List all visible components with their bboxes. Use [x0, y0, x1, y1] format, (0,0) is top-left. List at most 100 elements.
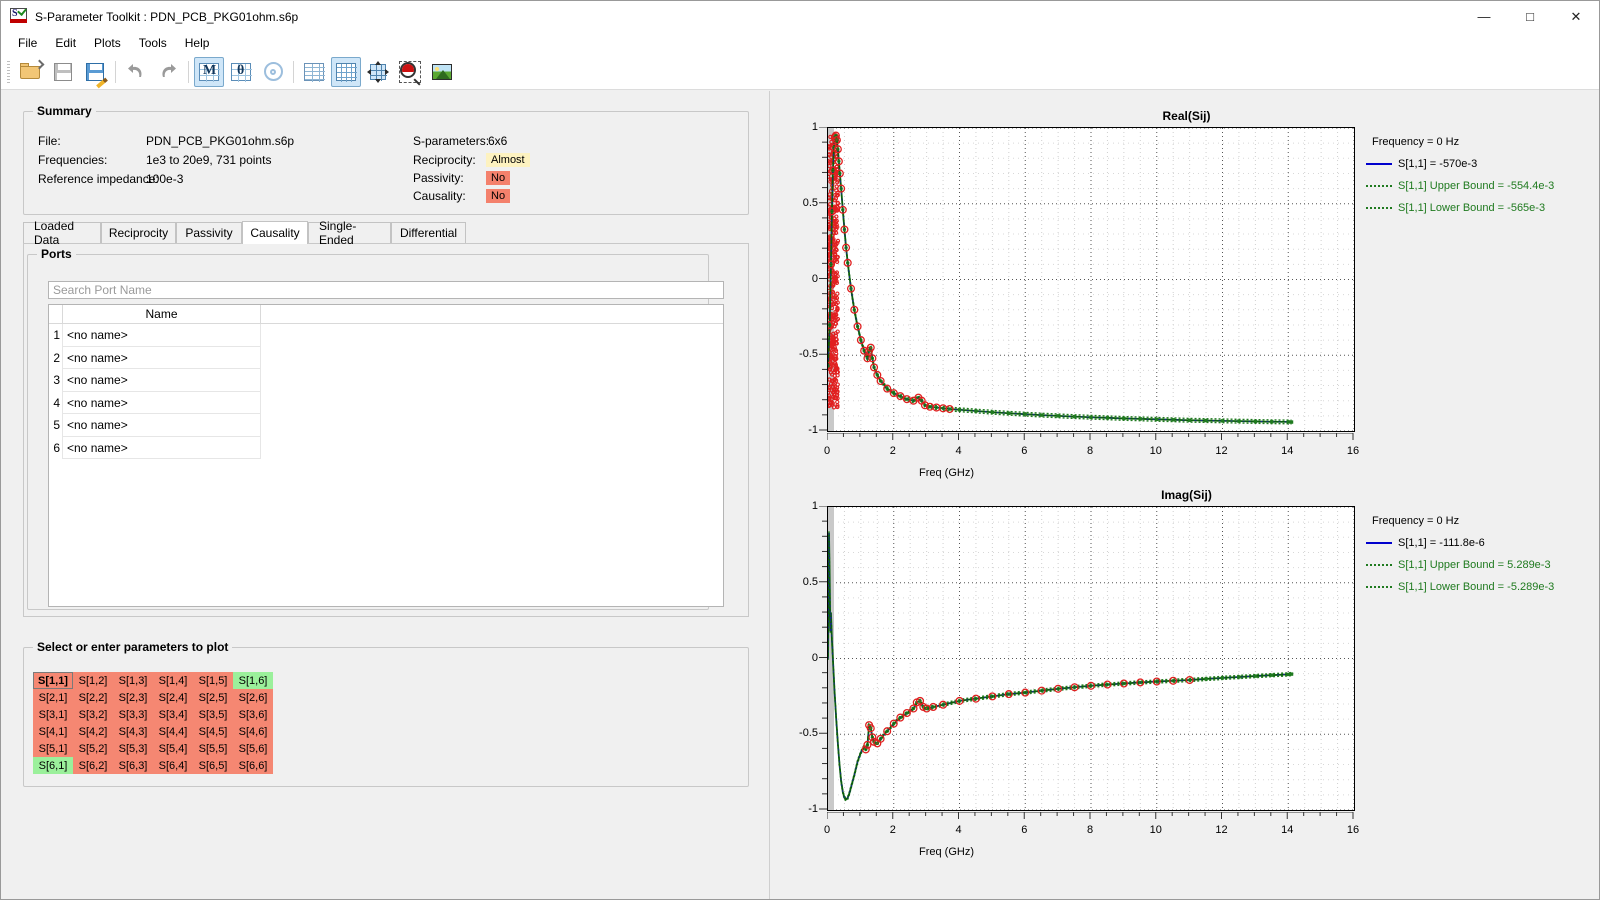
real-legend-entry[interactable]: S[1,1] Lower Bound = -565e-3 — [1366, 197, 1599, 219]
s-parameter-cell-1-2[interactable]: S[1,2] — [73, 672, 113, 689]
table-row[interactable]: 4 <no name> — [49, 392, 723, 415]
s-parameter-cell-4-3[interactable]: S[4,3] — [113, 723, 153, 740]
tab-loaded-data[interactable]: Loaded Data — [23, 222, 101, 243]
toolbar-separator-2 — [188, 61, 189, 83]
tab-differential[interactable]: Differential — [391, 222, 466, 243]
imag-plot-panel: Imag(Sij) Freq (GHz) Frequency = 0 HzS[1… — [774, 488, 1599, 858]
port-name[interactable]: <no name> — [63, 347, 261, 370]
save-button[interactable] — [48, 57, 78, 87]
s-parameter-cell-2-6[interactable]: S[2,6] — [233, 689, 273, 706]
menu-tools[interactable]: Tools — [130, 34, 176, 52]
imag-legend-entry[interactable]: S[1,1] = -111.8e-6 — [1366, 532, 1599, 554]
port-name[interactable]: <no name> — [63, 437, 261, 460]
s-parameter-cell-5-4[interactable]: S[5,4] — [153, 740, 193, 757]
tab-single-ended[interactable]: Single-Ended — [308, 222, 391, 243]
save-as-button[interactable] — [80, 57, 110, 87]
s-parameter-cell-4-4[interactable]: S[4,4] — [153, 723, 193, 740]
menu-plots[interactable]: Plots — [85, 34, 130, 52]
real-plot-axes[interactable] — [827, 127, 1355, 432]
pane-splitter[interactable] — [769, 91, 773, 899]
real-y-tick-label: -1 — [774, 424, 818, 436]
s-parameter-cell-6-5[interactable]: S[6,5] — [193, 757, 233, 774]
imag-legend-entry[interactable]: S[1,1] Upper Bound = 5.289e-3 — [1366, 554, 1599, 576]
toolbar-grip[interactable] — [7, 61, 10, 83]
s-parameter-cell-5-5[interactable]: S[5,5] — [193, 740, 233, 757]
s-parameter-cell-3-5[interactable]: S[3,5] — [193, 706, 233, 723]
port-name[interactable]: <no name> — [63, 414, 261, 437]
s-parameter-cell-4-2[interactable]: S[4,2] — [73, 723, 113, 740]
port-name[interactable]: <no name> — [63, 369, 261, 392]
s-parameter-cell-5-1[interactable]: S[5,1] — [33, 740, 73, 757]
s-parameter-cell-1-6[interactable]: S[1,6] — [233, 672, 273, 689]
imag-plot-axes[interactable] — [827, 506, 1355, 811]
s-parameter-cell-1-4[interactable]: S[1,4] — [153, 672, 193, 689]
port-name[interactable]: <no name> — [63, 392, 261, 415]
zoom-region-button[interactable] — [395, 57, 425, 87]
s-parameter-cell-2-1[interactable]: S[2,1] — [33, 689, 73, 706]
s-parameter-cell-4-1[interactable]: S[4,1] — [33, 723, 73, 740]
table-row[interactable]: 2 <no name> — [49, 347, 723, 370]
s-parameter-cell-3-1[interactable]: S[3,1] — [33, 706, 73, 723]
real-y-tick-label: 0.5 — [774, 197, 818, 209]
s-parameter-cell-5-2[interactable]: S[5,2] — [73, 740, 113, 757]
grid-view-button[interactable] — [331, 57, 361, 87]
search-port-name-input[interactable]: Search Port Name — [48, 281, 724, 299]
close-button[interactable]: ✕ — [1553, 1, 1599, 32]
maximize-button[interactable]: □ — [1507, 1, 1553, 32]
magnitude-button[interactable]: M — [194, 57, 224, 87]
tab-causality[interactable]: Causality — [242, 221, 308, 244]
table-row[interactable]: 1 <no name> — [49, 324, 723, 347]
legend-label: S[1,1] Lower Bound = -5.289e-3 — [1398, 581, 1554, 593]
tab-reciprocity[interactable]: Reciprocity — [101, 222, 176, 243]
imag-y-tick-label: -0.5 — [774, 727, 818, 739]
redo-icon — [157, 61, 179, 83]
export-image-button[interactable] — [427, 57, 457, 87]
s-parameter-cell-6-2[interactable]: S[6,2] — [73, 757, 113, 774]
table-row[interactable]: 6 <no name> — [49, 437, 723, 460]
s-parameter-cell-3-4[interactable]: S[3,4] — [153, 706, 193, 723]
menu-file[interactable]: File — [9, 34, 46, 52]
s-parameter-cell-1-5[interactable]: S[1,5] — [193, 672, 233, 689]
tab-passivity[interactable]: Passivity — [176, 222, 242, 243]
redo-button[interactable] — [153, 57, 183, 87]
summary-label-s-parameters: S-parameters: — [413, 134, 489, 148]
s-parameter-cell-4-5[interactable]: S[4,5] — [193, 723, 233, 740]
pan-button[interactable] — [363, 57, 393, 87]
phase-button[interactable]: θ — [226, 57, 256, 87]
status-badge-reciprocity: Almost — [486, 153, 530, 167]
undo-button[interactable] — [121, 57, 151, 87]
port-name[interactable]: <no name> — [63, 324, 261, 347]
imag-legend-entry[interactable]: S[1,1] Lower Bound = -5.289e-3 — [1366, 576, 1599, 598]
s-parameter-cell-3-6[interactable]: S[3,6] — [233, 706, 273, 723]
real-legend-entry[interactable]: S[1,1] = -570e-3 — [1366, 153, 1599, 175]
right-pane: Real(Sij) Freq (GHz) Frequency = 0 HzS[1… — [774, 91, 1599, 899]
s-parameter-cell-4-6[interactable]: S[4,6] — [233, 723, 273, 740]
imag-plot-legend: Frequency = 0 HzS[1,1] = -111.8e-6S[1,1]… — [1366, 510, 1599, 598]
s-parameter-cell-3-3[interactable]: S[3,3] — [113, 706, 153, 723]
smith-chart-button[interactable] — [258, 57, 288, 87]
s-parameter-cell-1-1[interactable]: S[1,1] — [33, 672, 73, 689]
menu-help[interactable]: Help — [176, 34, 219, 52]
s-parameter-cell-6-6[interactable]: S[6,6] — [233, 757, 273, 774]
table-view-button[interactable] — [299, 57, 329, 87]
open-file-button[interactable] — [16, 57, 46, 87]
s-parameter-cell-3-2[interactable]: S[3,2] — [73, 706, 113, 723]
s-parameter-cell-6-1[interactable]: S[6,1] — [33, 757, 73, 774]
minimize-button[interactable]: — — [1461, 1, 1507, 32]
s-parameter-cell-1-3[interactable]: S[1,3] — [113, 672, 153, 689]
s-parameter-cell-2-3[interactable]: S[2,3] — [113, 689, 153, 706]
legend-label: S[1,1] = -570e-3 — [1398, 158, 1477, 170]
s-parameter-cell-2-4[interactable]: S[2,4] — [153, 689, 193, 706]
table-row[interactable]: 5 <no name> — [49, 414, 723, 437]
menu-edit[interactable]: Edit — [46, 34, 85, 52]
s-parameter-cell-2-2[interactable]: S[2,2] — [73, 689, 113, 706]
s-parameter-cell-5-6[interactable]: S[5,6] — [233, 740, 273, 757]
s-matrix-row: S[6,1]S[6,2]S[6,3]S[6,4]S[6,5]S[6,6] — [33, 757, 273, 774]
table-row[interactable]: 3 <no name> — [49, 369, 723, 392]
s-parameter-cell-6-4[interactable]: S[6,4] — [153, 757, 193, 774]
s-parameter-cell-2-5[interactable]: S[2,5] — [193, 689, 233, 706]
real-legend-entry[interactable]: S[1,1] Upper Bound = -554.4e-3 — [1366, 175, 1599, 197]
undo-icon — [125, 61, 147, 83]
s-parameter-cell-6-3[interactable]: S[6,3] — [113, 757, 153, 774]
s-parameter-cell-5-3[interactable]: S[5,3] — [113, 740, 153, 757]
